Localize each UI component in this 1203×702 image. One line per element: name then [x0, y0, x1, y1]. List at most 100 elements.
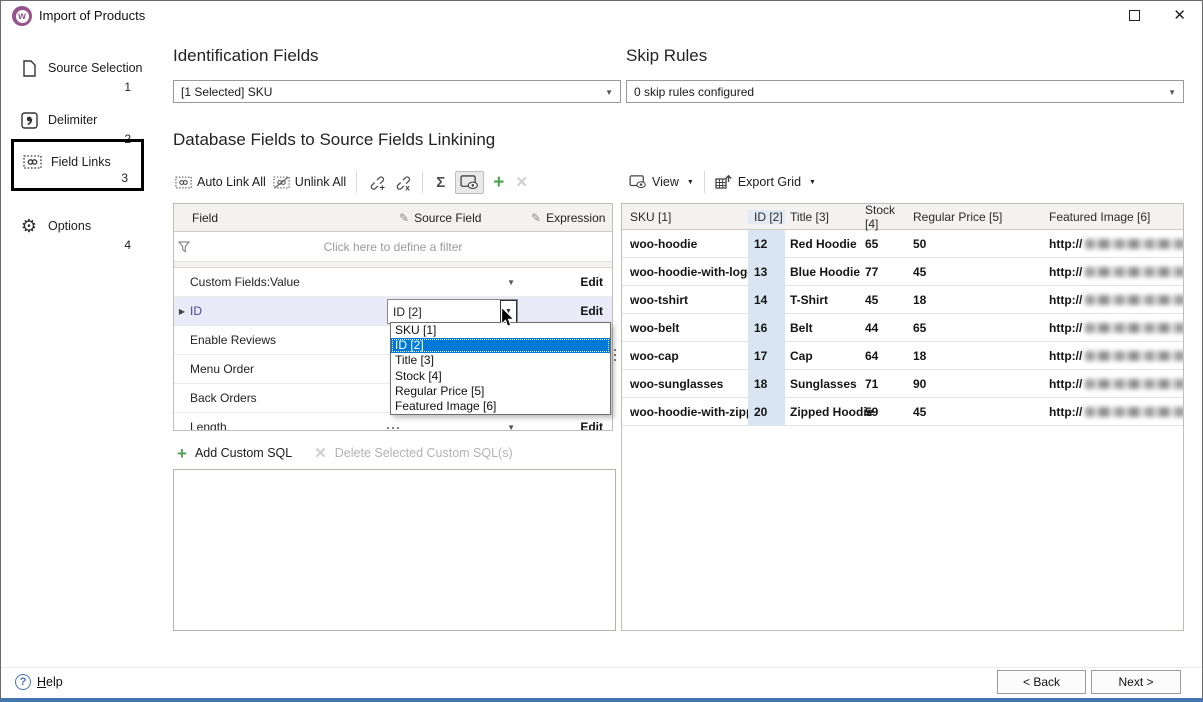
window-title: Import of Products [39, 8, 145, 23]
cross-icon: ✕ [312, 444, 329, 462]
svg-text:x: x [405, 184, 410, 191]
column-header-field[interactable]: Field [174, 211, 387, 225]
horizontal-splitter-handle[interactable] [387, 427, 399, 429]
column-header-expression[interactable]: ✎ Expression [527, 211, 612, 225]
dropdown-option[interactable]: Featured Image [6] [391, 399, 610, 414]
row-expand-icon[interactable]: ▶ [179, 307, 185, 316]
preview-row[interactable]: woo-belt 16 Belt 44 65 http:// [622, 314, 1183, 342]
filter-placeholder: Click here to define a filter [324, 240, 463, 254]
preview-row[interactable]: woo-tshirt 14 T-Shirt 45 18 http:// [622, 286, 1183, 314]
link-toolbar: Auto Link All Unlink All + x Σ + ✕ [175, 167, 530, 197]
close-button[interactable]: ✕ [1173, 6, 1186, 24]
skip-rules-heading: Skip Rules [626, 46, 707, 66]
step-number: 3 [121, 171, 128, 185]
export-grid-dropdown-button[interactable]: Export Grid ▼ [715, 174, 816, 190]
sidebar-item-field-links[interactable]: Field Links 3 [11, 139, 144, 191]
column-header-regular-price[interactable]: Regular Price [5] [909, 210, 1044, 224]
column-header-sku[interactable]: SKU [1] [622, 210, 748, 224]
remove-link-icon[interactable]: x [393, 173, 412, 191]
source-field-dropdown-list: SKU [1] ID [2] Title [3] Stock [4] Regul… [390, 322, 611, 415]
back-button[interactable]: < Back [997, 670, 1086, 694]
vertical-splitter-handle[interactable] [614, 349, 616, 361]
maximize-button[interactable] [1129, 10, 1140, 21]
help-link[interactable]: ? Help [15, 674, 63, 690]
preview-row[interactable]: woo-hoodie 12 Red Hoodie 65 50 http:// [622, 230, 1183, 258]
source-field-combo[interactable]: ID [2] ▼ [387, 299, 518, 324]
wizard-sidebar: Source Selection 1 Delimiter 2 Field Lin… [1, 31, 171, 658]
blurred-url [1085, 323, 1184, 333]
filter-row[interactable]: Click here to define a filter [174, 232, 612, 262]
identification-fields-heading: Identification Fields [173, 46, 319, 66]
auto-link-icon [175, 176, 192, 189]
add-field-icon[interactable]: + [491, 173, 506, 192]
sidebar-item-label: Source Selection [48, 61, 143, 75]
chevron-down-icon: ▼ [605, 88, 613, 97]
dropdown-option[interactable]: Stock [4] [391, 369, 610, 384]
sidebar-item-source-selection[interactable]: Source Selection 1 [11, 51, 144, 97]
edit-button[interactable]: Edit [580, 420, 603, 431]
step-number: 4 [124, 238, 131, 252]
column-header-id[interactable]: ID [2] [748, 210, 785, 224]
sidebar-item-label: Options [48, 219, 91, 233]
dropdown-option[interactable]: Title [3] [391, 353, 610, 368]
sidebar-item-options[interactable]: ⚙ Options 4 [11, 209, 144, 255]
pencil-icon: ✎ [531, 211, 541, 225]
next-button[interactable]: Next > [1091, 670, 1181, 694]
gear-icon: ⚙ [19, 217, 39, 235]
field-row-custom-fields-value[interactable]: Custom Fields:Value ▼ Edit [174, 268, 612, 297]
sidebar-item-label: Field Links [51, 155, 111, 169]
blurred-url [1085, 407, 1184, 417]
delete-field-icon: ✕ [513, 173, 530, 191]
column-header-featured-image[interactable]: Featured Image [6] [1044, 210, 1183, 224]
help-icon: ? [15, 674, 31, 690]
chevron-down-icon: ▼ [507, 278, 515, 287]
skip-rules-value: 0 skip rules configured [634, 85, 754, 99]
title-bar: w Import of Products ✕ [1, 1, 1202, 31]
add-custom-sql-button[interactable]: + Add Custom SQL [175, 444, 292, 463]
custom-sql-list[interactable] [173, 469, 616, 631]
blurred-url [1085, 267, 1184, 277]
unlink-all-button[interactable]: Unlink All [273, 175, 346, 189]
sum-expression-icon[interactable]: Σ [433, 174, 448, 191]
chevron-down-icon: ▼ [507, 423, 515, 431]
field-links-grid-header: Field ✎ Source Field ✎ Expression [174, 204, 612, 232]
preview-toggle-icon[interactable] [455, 171, 484, 194]
column-header-source-field[interactable]: ✎ Source Field [387, 211, 527, 225]
dropdown-option-selected[interactable]: ID [2] [391, 338, 610, 353]
preview-row[interactable]: woo-hoodie-with-zipper 20 Zipped Hoodie … [622, 398, 1183, 426]
toolbar-separator [422, 171, 423, 193]
footer-divider [1, 667, 1202, 668]
dropdown-option[interactable]: Regular Price [5] [391, 384, 610, 399]
preview-row[interactable]: woo-hoodie-with-logo 13 Blue Hoodie 77 4… [622, 258, 1183, 286]
source-preview-grid: SKU [1] ID [2] Title [3] Stock [4] Regul… [621, 203, 1184, 631]
pencil-icon: ✎ [399, 211, 409, 225]
identification-fields-value: [1 Selected] SKU [181, 85, 272, 99]
column-header-title[interactable]: Title [3] [785, 210, 861, 224]
auto-link-all-button[interactable]: Auto Link All [175, 175, 266, 189]
identification-fields-select[interactable]: [1 Selected] SKU ▼ [173, 80, 621, 103]
add-link-icon[interactable]: + [367, 173, 386, 191]
preview-row[interactable]: woo-cap 17 Cap 64 18 http:// [622, 342, 1183, 370]
delimiter-quote-icon [19, 111, 39, 129]
preview-row[interactable]: woo-sunglasses 18 Sunglasses 71 90 http:… [622, 370, 1183, 398]
sidebar-item-label: Delimiter [48, 113, 97, 127]
skip-rules-select[interactable]: 0 skip rules configured ▼ [626, 80, 1184, 103]
filter-funnel-icon [178, 241, 190, 253]
view-dropdown-button[interactable]: View ▼ [629, 175, 694, 189]
chevron-down-icon: ▼ [1168, 88, 1176, 97]
export-grid-icon [715, 174, 733, 190]
blurred-url [1085, 239, 1184, 249]
help-label: Help [37, 675, 63, 689]
preview-toolbar: View ▼ Export Grid ▼ [629, 167, 816, 197]
edit-button[interactable]: Edit [580, 304, 603, 318]
toolbar-separator [356, 171, 357, 193]
step-number: 1 [124, 80, 131, 94]
field-links-icon [22, 153, 42, 171]
svg-text:+: + [380, 183, 385, 191]
blurred-url [1085, 379, 1184, 389]
linking-heading: Database Fields to Source Fields Linkini… [173, 130, 495, 150]
edit-button[interactable]: Edit [580, 275, 603, 289]
column-header-stock[interactable]: Stock [4] [861, 203, 909, 231]
preview-grid-header: SKU [1] ID [2] Title [3] Stock [4] Regul… [622, 204, 1183, 230]
plus-icon: + [175, 444, 189, 463]
